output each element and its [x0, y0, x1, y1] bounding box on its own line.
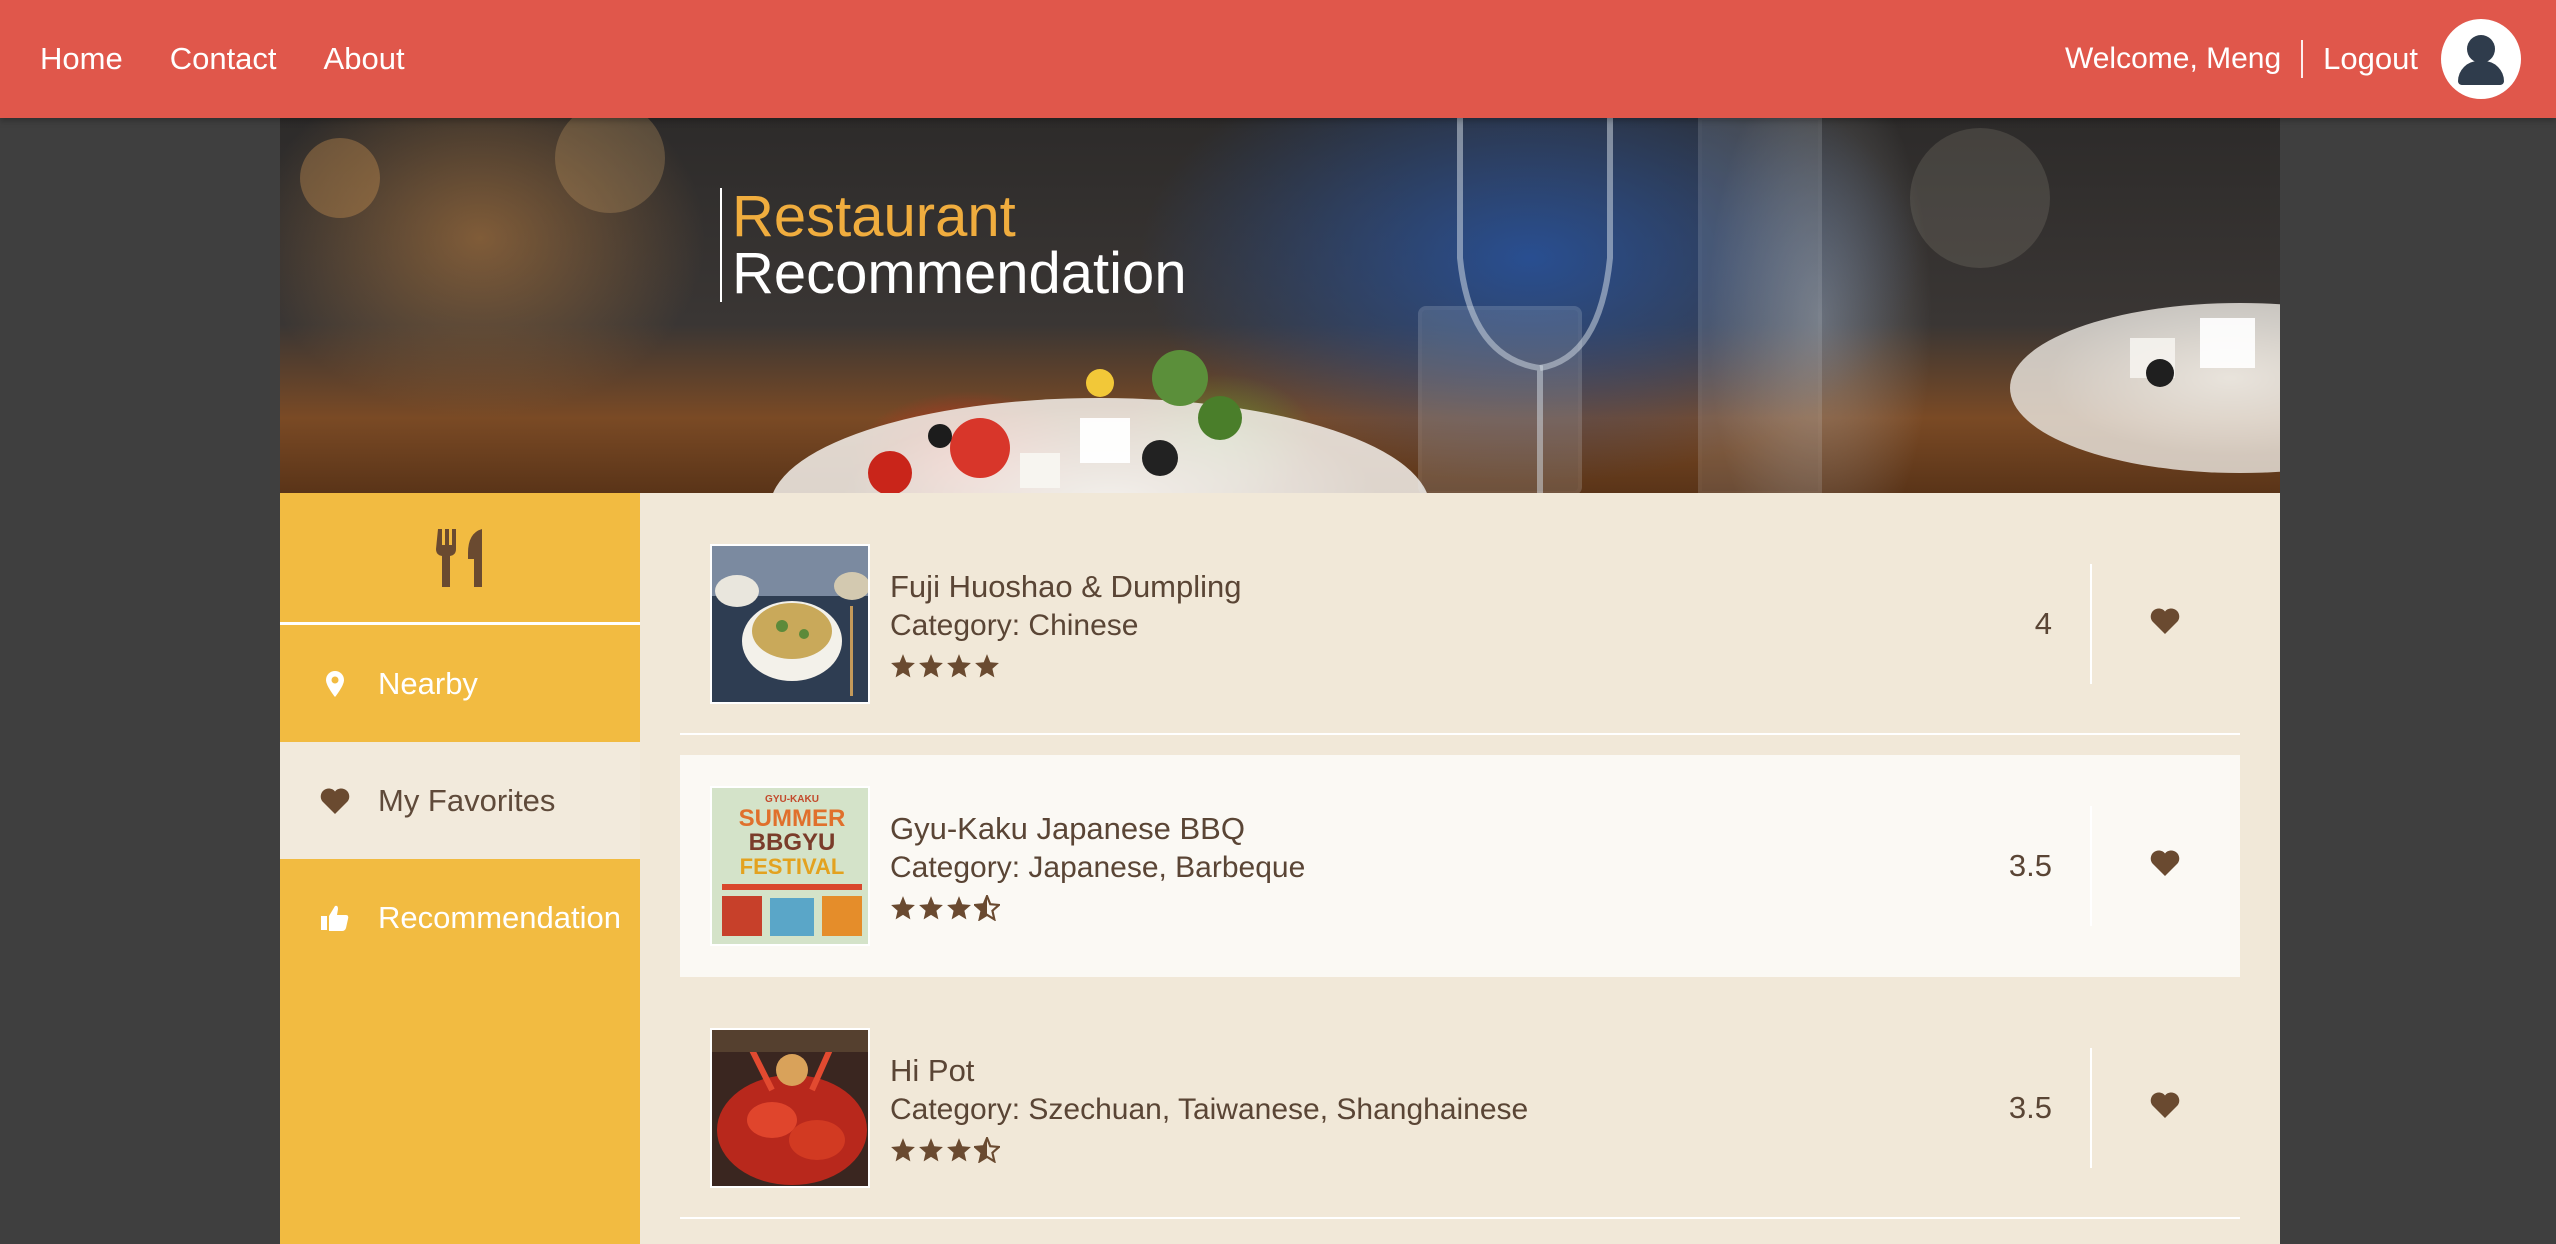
star-icon: [974, 1137, 1000, 1163]
nav-home-link[interactable]: Home: [40, 41, 123, 77]
row-separator: [680, 733, 2240, 735]
banner-background-image: [300, 118, 2280, 493]
star-rating: [890, 895, 1305, 921]
page-container: Restaurant Recommendation Nearby My Favo…: [280, 118, 2280, 1244]
star-icon: [919, 896, 943, 920]
thumbs-up-icon: [320, 904, 350, 932]
sidebar-item-label: Recommendation: [378, 899, 621, 935]
favorite-heart-icon[interactable]: [2150, 608, 2180, 639]
restaurant-category: Category: Chinese: [890, 609, 1139, 642]
nav-links: Home Contact About: [40, 0, 405, 118]
sidebar-item-label: My Favorites: [378, 782, 556, 818]
item-divider: [2090, 1048, 2092, 1168]
list-item[interactable]: Hi Pot Category: Szechuan, Taiwanese, Sh…: [680, 997, 2240, 1219]
star-icon: [947, 896, 971, 920]
nav-about-link[interactable]: About: [324, 41, 405, 77]
thumb-text-line1: SUMMER: [739, 805, 846, 832]
heart-icon: [320, 787, 350, 814]
list-item[interactable]: GYU-KAKU SUMMER BBGYU FESTIVAL Gyu-Kaku …: [680, 755, 2240, 977]
restaurant-info: Hi Pot Category: Szechuan, Taiwanese, Sh…: [890, 997, 1528, 1219]
rating-value: 4: [2034, 606, 2052, 641]
star-icon: [947, 1138, 971, 1162]
sidebar: Nearby My Favorites Recommendation: [280, 493, 640, 1244]
star-icon: [975, 654, 999, 678]
star-icon: [891, 1138, 915, 1162]
restaurant-thumbnail: [710, 1028, 870, 1188]
banner-title-line2: Recommendation: [732, 241, 1187, 306]
restaurant-thumbnail: [710, 544, 870, 704]
top-navbar: Home Contact About Welcome, Meng Logout: [0, 0, 2556, 118]
restaurant-name[interactable]: Fuji Huoshao & Dumpling: [890, 569, 1242, 605]
thumb-text-line2: BBGYU: [749, 829, 836, 856]
sidebar-header: [280, 493, 640, 625]
banner-title: Restaurant Recommendation: [720, 184, 1187, 306]
restaurant-info: Fuji Huoshao & Dumpling Category: Chines…: [890, 513, 1242, 735]
list-item[interactable]: Fuji Huoshao & Dumpling Category: Chines…: [680, 513, 2240, 735]
sidebar-item-nearby[interactable]: Nearby: [280, 625, 640, 742]
rating-value: 3.5: [2008, 1090, 2052, 1125]
restaurant-category: Category: Szechuan, Taiwanese, Shanghain…: [890, 1093, 1529, 1126]
star-icon: [974, 895, 1000, 921]
header-banner: Restaurant Recommendation: [280, 118, 2280, 493]
sidebar-item-my-favorites[interactable]: My Favorites: [280, 742, 640, 859]
sidebar-item-label: Nearby: [378, 665, 478, 701]
favorite-heart-icon[interactable]: [2150, 850, 2180, 881]
item-divider: [2090, 806, 2092, 926]
thumb-text-line3: FESTIVAL: [740, 854, 845, 879]
restaurant-thumbnail: GYU-KAKU SUMMER BBGYU FESTIVAL: [710, 786, 870, 946]
star-icon: [919, 654, 943, 678]
star-rating: [890, 653, 1242, 679]
star-icon: [919, 1138, 943, 1162]
nav-divider: [2301, 40, 2304, 78]
banner-title-line1: Restaurant: [732, 184, 1016, 249]
restaurant-name[interactable]: Gyu-Kaku Japanese BBQ: [890, 811, 1305, 847]
star-icon: [947, 654, 971, 678]
restaurant-category: Category: Japanese, Barbeque: [890, 851, 1306, 884]
fork-knife-icon: [436, 528, 482, 587]
row-separator: [680, 1217, 2240, 1219]
rating-value: 3.5: [2008, 848, 2052, 883]
logout-link[interactable]: Logout: [2323, 41, 2418, 77]
thumb-text-top: GYU-KAKU: [765, 794, 819, 805]
star-icon: [891, 896, 915, 920]
sidebar-item-recommendation[interactable]: Recommendation: [280, 859, 640, 976]
favorite-heart-icon[interactable]: [2150, 1092, 2180, 1123]
user-area: Welcome, Meng Logout: [2065, 0, 2521, 118]
map-pin-icon: [320, 670, 350, 697]
restaurant-name[interactable]: Hi Pot: [890, 1053, 1528, 1089]
avatar-icon[interactable]: [2441, 19, 2521, 99]
welcome-text: Welcome, Meng: [2064, 42, 2282, 75]
item-divider: [2090, 564, 2092, 684]
nav-contact-link[interactable]: Contact: [170, 41, 277, 77]
star-rating: [890, 1137, 1528, 1163]
restaurant-info: Gyu-Kaku Japanese BBQ Category: Japanese…: [890, 755, 1305, 977]
restaurant-list: Fuji Huoshao & Dumpling Category: Chines…: [640, 493, 2280, 1244]
star-icon: [891, 654, 915, 678]
